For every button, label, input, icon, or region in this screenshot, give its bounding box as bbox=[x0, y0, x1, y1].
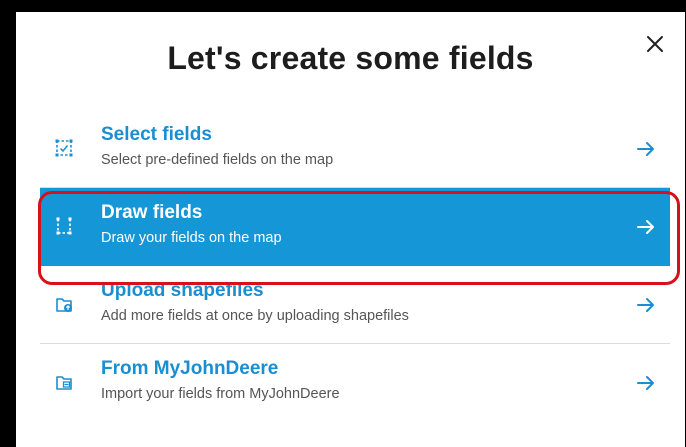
import-file-icon bbox=[56, 376, 72, 390]
select-area-icon bbox=[55, 139, 73, 157]
option-label: Select fields bbox=[101, 124, 212, 145]
arrow-right-icon bbox=[637, 298, 654, 312]
option-description: Select pre-defined fields on the map bbox=[101, 152, 334, 168]
option-from-myjohndeere[interactable]: From MyJohnDeere Import your fields from… bbox=[40, 344, 670, 422]
option-label: From MyJohnDeere bbox=[101, 358, 279, 379]
option-description: Draw your fields on the map bbox=[101, 230, 282, 246]
option-label: Upload shapefiles bbox=[101, 280, 264, 301]
option-label: Draw fields bbox=[101, 202, 203, 223]
upload-file-icon bbox=[56, 298, 72, 312]
option-draw-fields[interactable]: Draw fields Draw your fields on the map bbox=[40, 188, 670, 266]
option-description: Import your fields from MyJohnDeere bbox=[101, 386, 340, 402]
draw-corners-icon bbox=[56, 217, 72, 235]
field-options-list: Select fields Select pre-defined fields … bbox=[40, 110, 670, 422]
arrow-right-icon bbox=[637, 142, 654, 156]
arrow-right-icon bbox=[637, 376, 654, 390]
arrow-right-icon bbox=[637, 220, 654, 234]
option-upload-shapefiles[interactable]: Upload shapefiles Add more fields at onc… bbox=[40, 266, 670, 344]
option-description: Add more fields at once by uploading sha… bbox=[101, 308, 409, 324]
dialog-title: Let's create some fields bbox=[167, 40, 534, 76]
create-fields-dialog: Let's create some fields Select fields S… bbox=[16, 12, 685, 447]
option-select-fields[interactable]: Select fields Select pre-defined fields … bbox=[40, 110, 670, 188]
screenshot-frame: Let's create some fields Select fields S… bbox=[0, 0, 686, 447]
